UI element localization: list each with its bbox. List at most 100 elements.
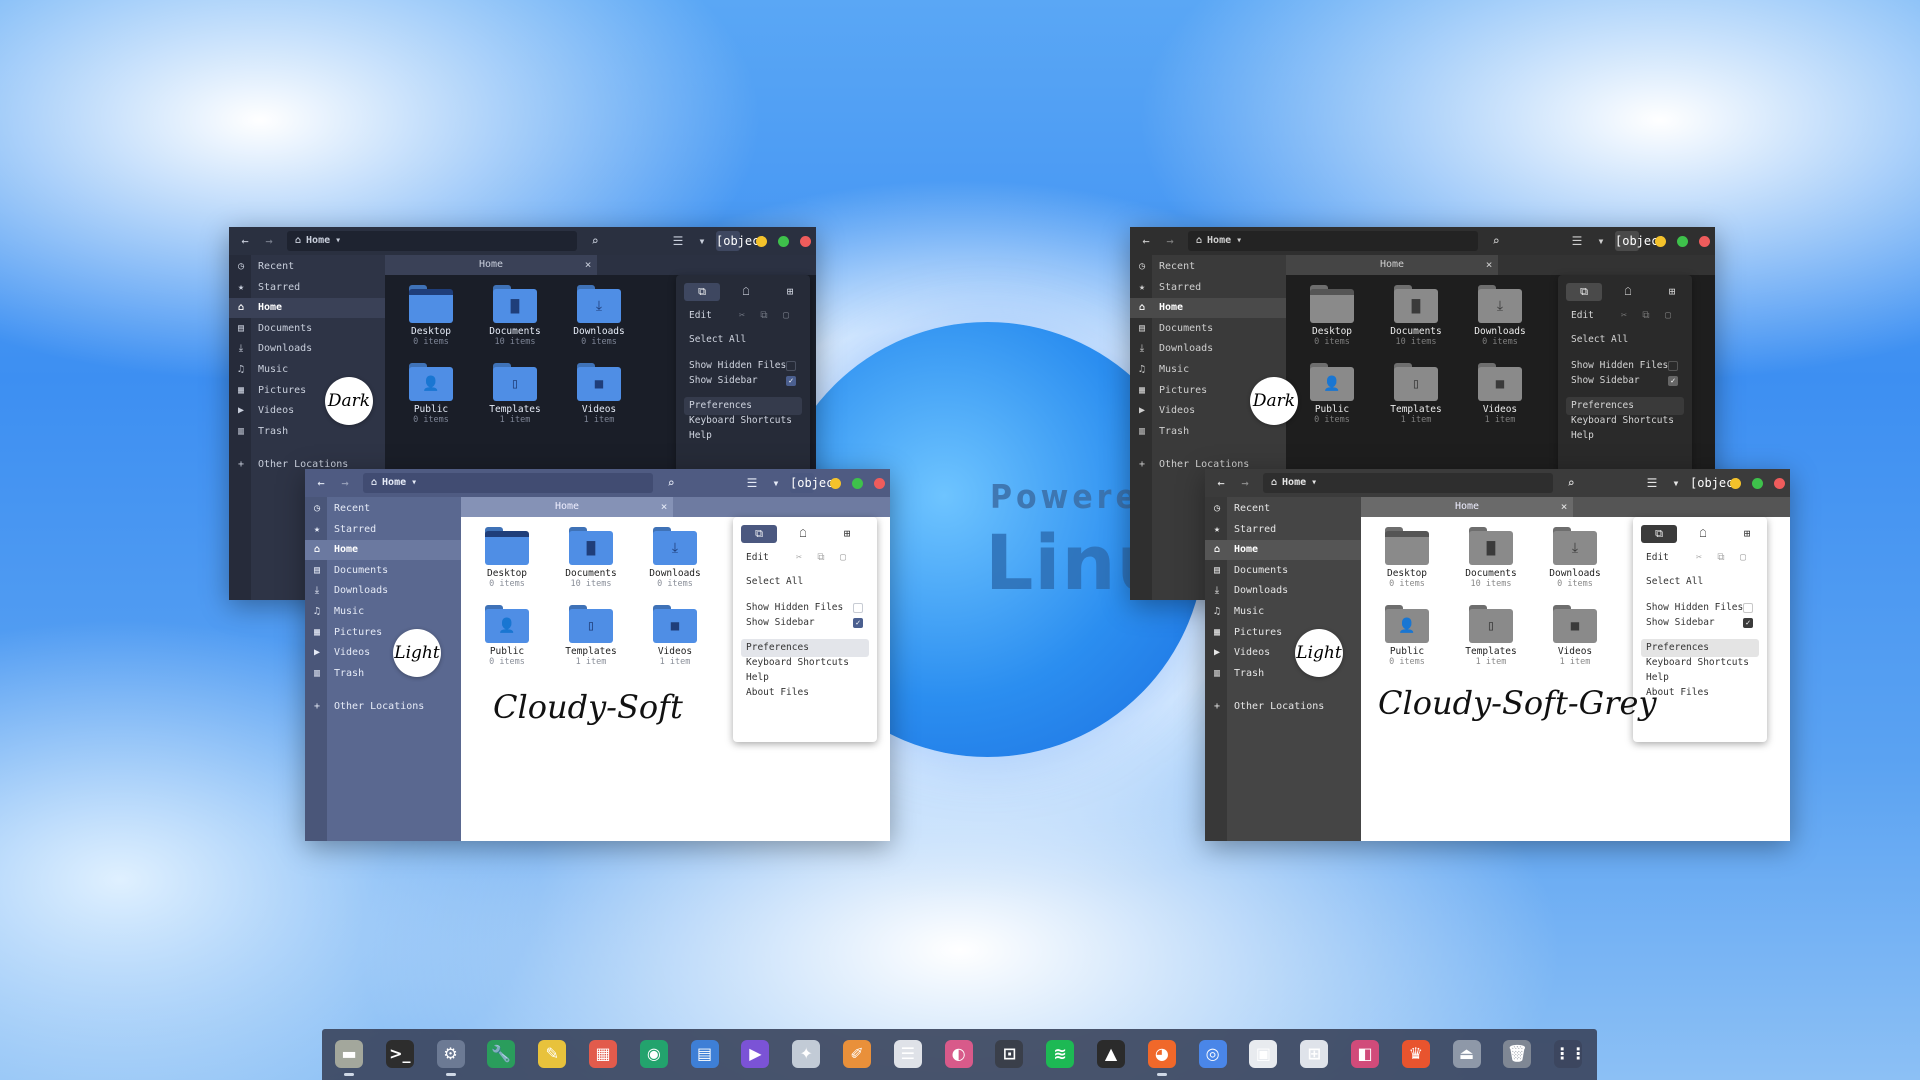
show-hidden-checkbox[interactable] <box>786 361 796 371</box>
folder-desktop[interactable]: Desktop 0 items <box>465 527 549 589</box>
back-button[interactable]: ← <box>311 473 331 493</box>
sidebar-item-music[interactable]: ♫ Music <box>1205 602 1361 622</box>
folder-videos[interactable]: ■ Videos 1 item <box>557 363 641 425</box>
back-button[interactable]: ← <box>1136 231 1156 251</box>
sidebar-item-starred[interactable]: ★ Starred <box>1205 520 1361 540</box>
menu-show-sidebar[interactable]: Show Sidebar ✓ <box>1641 614 1759 632</box>
sidebar-item-trash[interactable]: ▥ Trash <box>305 664 461 684</box>
folder-videos[interactable]: ■ Videos 1 item <box>633 605 717 667</box>
sidebar-item-documents[interactable]: ▤ Documents <box>1205 561 1361 581</box>
dock-app-tweaks[interactable]: 🔧 <box>484 1038 518 1070</box>
dock-app-calendar[interactable]: ▦ <box>586 1038 620 1070</box>
folder-templates[interactable]: ▯ Templates 1 item <box>473 363 557 425</box>
dock-app-screenshot[interactable]: ⊡ <box>992 1038 1026 1070</box>
menu-help[interactable]: Help <box>684 427 802 445</box>
dock-app-brave[interactable]: ♛ <box>1399 1038 1433 1070</box>
paste-icon[interactable]: ▢ <box>778 307 794 325</box>
dock-app-store[interactable]: ✦ <box>789 1038 823 1070</box>
dock-app-notes[interactable]: ✎ <box>535 1038 569 1070</box>
sidebar-item-home[interactable]: ⌂ Home <box>229 298 385 319</box>
folder-videos[interactable]: ■ Videos 1 item <box>1458 363 1542 425</box>
minimize-button[interactable] <box>756 236 767 247</box>
minimize-button[interactable] <box>830 478 841 489</box>
new-folder-icon[interactable]: ⊞ <box>1729 525 1765 543</box>
tab-home[interactable]: Home <box>1361 497 1573 517</box>
sidebar-item-home[interactable]: ⌂ Home <box>305 540 461 561</box>
minimize-button[interactable] <box>1655 236 1666 247</box>
cut-icon[interactable]: ✂ <box>1691 549 1707 567</box>
sidebar-item-pictures[interactable]: ▦ Pictures <box>305 623 461 643</box>
show-hidden-checkbox[interactable] <box>853 603 863 613</box>
dock-app-terminal[interactable]: >_ <box>383 1038 417 1070</box>
dock-app-inkscape[interactable]: ▲ <box>1094 1038 1128 1070</box>
sidebar-item-recent[interactable]: ◷ Recent <box>1130 257 1286 277</box>
search-icon[interactable]: ⌕ <box>585 231 605 251</box>
forward-button[interactable]: → <box>1160 231 1180 251</box>
menu-button[interactable]: [object Object] <box>1615 231 1666 268</box>
view-list-icon[interactable]: ☰ <box>668 231 688 251</box>
folder-public[interactable]: 👤 Public 0 items <box>1365 605 1449 667</box>
paste-icon[interactable]: ▢ <box>835 549 851 567</box>
folder-public[interactable]: 👤 Public 0 items <box>465 605 549 667</box>
dock-app-installer[interactable]: ⏏ <box>1450 1038 1484 1070</box>
show-sidebar-checkbox[interactable]: ✓ <box>1743 618 1753 628</box>
close-icon[interactable]: × <box>1482 255 1496 275</box>
copy-icon[interactable]: ⧉ <box>1713 549 1729 567</box>
search-icon[interactable]: ⌕ <box>1486 231 1506 251</box>
path-bar[interactable]: ⌂ Home ▾ <box>363 473 653 493</box>
chevron-down-icon[interactable]: ▾ <box>692 231 712 251</box>
dock-app-firefox[interactable]: ◕ <box>1145 1038 1179 1076</box>
dock-app-picker[interactable]: ✐ <box>840 1038 874 1070</box>
new-folder-icon[interactable]: ⊞ <box>1654 283 1690 301</box>
maximize-button[interactable] <box>1677 236 1688 247</box>
dock-app-camera[interactable]: ◉ <box>637 1038 671 1070</box>
show-sidebar-checkbox[interactable]: ✓ <box>853 618 863 628</box>
view-list-icon[interactable]: ☰ <box>1642 473 1662 493</box>
menu-select-all[interactable]: Select All <box>684 331 802 349</box>
new-tab-icon[interactable]: ☖ <box>785 525 821 543</box>
dock-app-clipboard[interactable]: ☰ <box>891 1038 925 1070</box>
copy-icon[interactable]: ⧉ <box>813 549 829 567</box>
new-window-icon[interactable]: ⧉ <box>1641 525 1677 543</box>
paste-icon[interactable]: ▢ <box>1660 307 1676 325</box>
back-button[interactable]: ← <box>235 231 255 251</box>
sidebar-item-trash[interactable]: ▥ Trash <box>1130 422 1286 442</box>
close-icon[interactable]: × <box>657 497 671 517</box>
sidebar-item-starred[interactable]: ★ Starred <box>305 520 461 540</box>
close-button[interactable] <box>874 478 885 489</box>
dock-app-files[interactable]: ▬ <box>332 1038 366 1076</box>
menu-about-files[interactable]: About Files <box>1641 684 1759 702</box>
search-icon[interactable]: ⌕ <box>1561 473 1581 493</box>
new-tab-icon[interactable]: ☖ <box>728 283 764 301</box>
tab-home[interactable]: Home <box>385 255 597 275</box>
show-sidebar-checkbox[interactable]: ✓ <box>1668 376 1678 386</box>
sidebar-item-recent[interactable]: ◷ Recent <box>305 499 461 519</box>
new-folder-icon[interactable]: ⊞ <box>829 525 865 543</box>
menu-button[interactable]: [object Object] <box>716 231 767 268</box>
close-icon[interactable]: × <box>581 255 595 275</box>
sidebar-item-downloads[interactable]: ⤓ Downloads <box>1130 339 1286 359</box>
show-sidebar-checkbox[interactable]: ✓ <box>786 376 796 386</box>
sidebar-item-starred[interactable]: ★ Starred <box>1130 278 1286 298</box>
paste-icon[interactable]: ▢ <box>1735 549 1751 567</box>
dock-app-play[interactable]: ▶ <box>738 1038 772 1070</box>
tab-home[interactable]: Home <box>461 497 673 517</box>
folder-documents[interactable]: ▇ Documents 10 items <box>473 285 557 347</box>
forward-button[interactable]: → <box>335 473 355 493</box>
tab-home[interactable]: Home <box>1286 255 1498 275</box>
path-bar[interactable]: ⌂ Home ▾ <box>1263 473 1553 493</box>
menu-select-all[interactable]: Select All <box>1641 573 1759 591</box>
maximize-button[interactable] <box>778 236 789 247</box>
show-hidden-checkbox[interactable] <box>1668 361 1678 371</box>
sidebar-item-recent[interactable]: ◷ Recent <box>1205 499 1361 519</box>
menu-show-sidebar[interactable]: Show Sidebar ✓ <box>684 372 802 390</box>
menu-show-sidebar[interactable]: Show Sidebar ✓ <box>1566 372 1684 390</box>
folder-documents[interactable]: ▇ Documents 10 items <box>1449 527 1533 589</box>
folder-templates[interactable]: ▯ Templates 1 item <box>549 605 633 667</box>
dock-app-writer[interactable]: ▤ <box>688 1038 722 1070</box>
sidebar-item-music[interactable]: ♫ Music <box>229 360 385 380</box>
chevron-down-icon[interactable]: ▾ <box>766 473 786 493</box>
path-bar[interactable]: ⌂ Home ▾ <box>287 231 577 251</box>
folder-desktop[interactable]: Desktop 0 items <box>1290 285 1374 347</box>
search-icon[interactable]: ⌕ <box>661 473 681 493</box>
